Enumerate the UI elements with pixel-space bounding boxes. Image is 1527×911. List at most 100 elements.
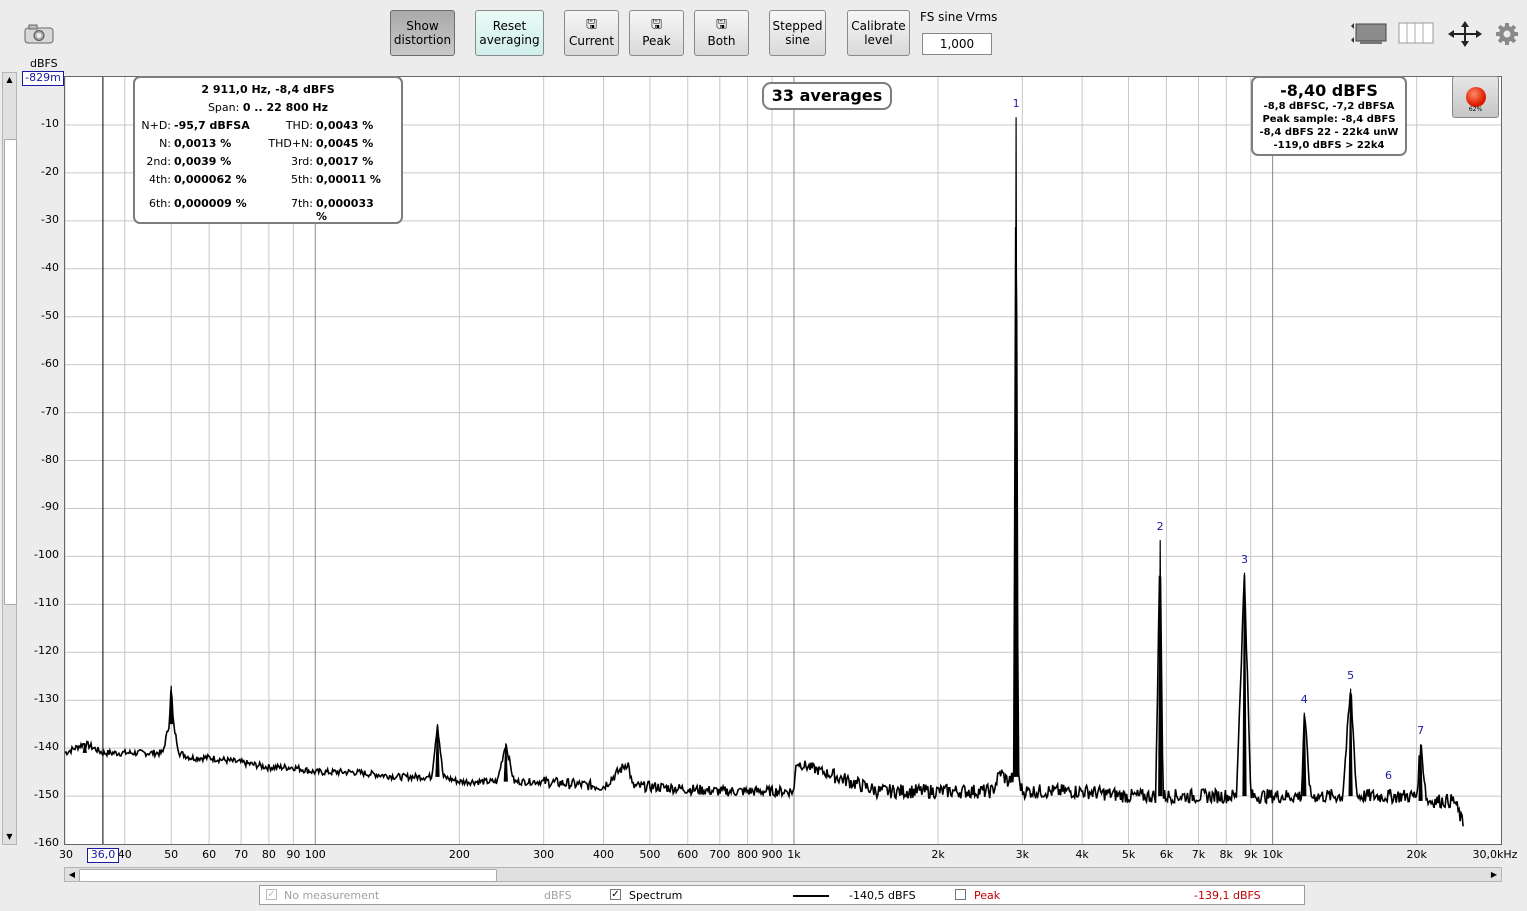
dist-label: 4th: (149, 173, 171, 186)
vertical-scrollbar[interactable]: ▲ ▼ (2, 72, 17, 845)
spectrum-value: -140,5 dBFS (849, 889, 916, 902)
dist-value: 0,0045 % (316, 137, 374, 150)
y-tick-label: -10 (41, 116, 59, 130)
fs-sine-input[interactable]: 1,000 (922, 33, 992, 55)
spectrum-label: Spectrum (629, 889, 683, 902)
dist-value: 0,0039 % (174, 155, 232, 168)
y-tick-label: -50 (41, 308, 59, 322)
x-tick-label: 100 (304, 848, 326, 861)
dist-label: N: (159, 137, 171, 150)
distortion-panel: 2 911,0 Hz, -8,4 dBFS Span: 0 .. 22 800 … (133, 76, 403, 224)
no-measurement-unit: dBFS (544, 889, 572, 902)
calibrate-level-button[interactable]: Calibrate level (847, 10, 910, 56)
dist-value: 0,000033 % (316, 197, 374, 223)
x-tick-label: 5k (1121, 848, 1136, 861)
x-tick-label: 50 (164, 848, 179, 861)
level-main: -8,40 dBFS (1280, 81, 1378, 100)
x-tick-label: 90 (286, 848, 301, 861)
x-tick-label: 4k (1075, 848, 1089, 861)
x-tick-label: 80 (261, 848, 276, 861)
x-tick-label: 600 (677, 848, 699, 861)
y-tick-label: -60 (41, 356, 59, 370)
dist-value: 0,000062 % (174, 173, 247, 186)
current-label: Current (568, 34, 615, 48)
y-tick-label: -30 (41, 212, 59, 226)
y-tick-label: -40 (41, 260, 59, 274)
harmonic-marker-label: 3 (1240, 552, 1248, 566)
averages-text: 33 averages (771, 86, 883, 105)
layout-single-icon[interactable] (1350, 21, 1388, 45)
y-tick-label: -100 (34, 548, 59, 562)
x-tick-label: 10k (1262, 848, 1283, 861)
y-tick-label: -90 (41, 500, 59, 514)
scroll-up-arrow[interactable]: ▲ (3, 73, 16, 87)
both-button[interactable]: 🖫 Both (694, 10, 749, 56)
horizontal-scrollbar[interactable]: ◀ ▶ (64, 867, 1502, 882)
scroll-left-arrow[interactable]: ◀ (65, 868, 79, 881)
harmonic-marker-label: 7 (1417, 724, 1425, 738)
level-line-2: Peak sample: -8,4 dBFS (1262, 114, 1396, 125)
dist-label: 6th: (149, 197, 171, 210)
x-cursor-readout[interactable]: 36,0 (87, 848, 119, 863)
peak-label: Peak (642, 34, 671, 48)
y-unit-label: dBFS (30, 57, 58, 70)
dist-value: 0,000009 % (174, 197, 247, 210)
horizontal-scroll-thumb[interactable] (79, 869, 497, 882)
x-tick-label: 2k (931, 848, 945, 861)
x-tick-label: 9k (1244, 848, 1258, 861)
show-distortion-label: Show distortion (393, 19, 452, 47)
layout-columns-icon[interactable] (1398, 21, 1436, 45)
dist-label: N+D: (141, 119, 171, 132)
dist-label: THD+N: (268, 137, 313, 150)
fundamental-readout: 2 911,0 Hz, -8,4 dBFS (201, 83, 335, 96)
level-line-4: -119,0 dBFS > 22k4 (1273, 140, 1385, 151)
x-tick-label: 6k (1159, 848, 1174, 861)
level-line-3: -8,4 dBFS 22 - 22k4 unW (1259, 127, 1399, 138)
spectrum-checkbox[interactable]: ✓ (610, 889, 621, 900)
y-tick-label: -150 (34, 788, 59, 802)
harmonic-marker-label: 1 (1012, 97, 1020, 111)
peak-checkbox[interactable] (955, 889, 966, 900)
x-tick-label: 900 (761, 848, 783, 861)
record-percent: 62% (1468, 106, 1483, 113)
reset-averaging-label: Reset averaging (479, 19, 540, 47)
level-panel: -8,40 dBFS -8,8 dBFSC, -7,2 dBFSA Peak s… (1251, 76, 1407, 156)
calibrate-level-label: Calibrate level (851, 19, 906, 47)
save-disk-icon: 🖫 (585, 17, 598, 32)
reset-averaging-button[interactable]: Reset averaging (475, 10, 544, 56)
stepped-sine-button[interactable]: Stepped sine (769, 10, 826, 56)
fs-sine-label: FS sine Vrms (920, 10, 998, 24)
fit-arrows-icon[interactable] (1447, 21, 1483, 47)
x-tick-label: 7k (1191, 848, 1206, 861)
span-value: 0 .. 22 800 Hz (242, 101, 329, 114)
x-tick-label: 8k (1219, 848, 1233, 861)
y-tick-label: -120 (34, 644, 59, 658)
peak-button[interactable]: 🖫 Peak (629, 10, 684, 56)
no-measurement-checkbox: ✓ (266, 889, 277, 900)
scroll-down-arrow[interactable]: ▼ (3, 830, 16, 844)
x-tick-label: 200 (448, 848, 470, 861)
dist-value: 0,0017 % (316, 155, 374, 168)
dist-label: THD: (285, 119, 313, 132)
spectrum-peak (1014, 117, 1019, 777)
y-tick-label: -110 (34, 596, 59, 610)
no-measurement-label: No measurement (284, 889, 380, 902)
gear-icon[interactable] (1495, 22, 1519, 46)
harmonic-marker-label: 5 (1347, 668, 1355, 682)
span-readout: Span: 0 .. 22 800 Hz (135, 101, 401, 114)
x-tick-label: 500 (639, 848, 661, 861)
camera-icon[interactable] (24, 24, 54, 44)
dist-value: 0,0013 % (174, 137, 232, 150)
x-tick-label: 40 (117, 848, 132, 861)
peak-legend-label: Peak (974, 889, 1001, 902)
current-button[interactable]: 🖫 Current (564, 10, 619, 56)
x-tick-label: 1k (787, 848, 801, 861)
dist-label: 7th: (291, 197, 313, 210)
dist-value: -95,7 dBFSA (174, 119, 250, 132)
dist-value: 0,0043 % (316, 119, 374, 132)
scroll-right-arrow[interactable]: ▶ (1487, 868, 1501, 881)
show-distortion-button[interactable]: Show distortion (390, 10, 455, 56)
vertical-scroll-thumb[interactable] (4, 139, 17, 605)
y-top-readout[interactable]: -829m (22, 71, 64, 86)
record-button[interactable]: 62% (1452, 76, 1499, 118)
